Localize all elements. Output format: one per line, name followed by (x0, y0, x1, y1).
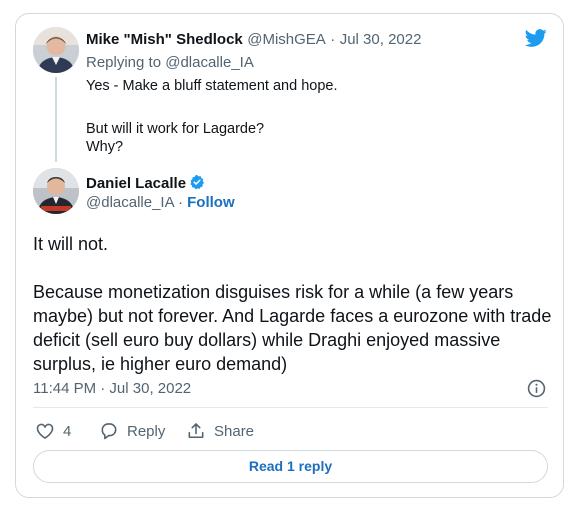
share-label: Share (214, 422, 255, 440)
speech-bubble-icon (101, 423, 117, 440)
twitter-bird-icon[interactable] (523, 27, 549, 49)
thread-connector-line (55, 77, 57, 162)
author-handle[interactable]: @dlacalle_IA (86, 194, 174, 211)
follow-link[interactable]: Follow (187, 194, 235, 211)
heart-icon (36, 423, 54, 439)
read-replies-button[interactable]: Read 1 reply (33, 450, 548, 483)
author-name[interactable]: Mike "Mish" Shedlock (86, 31, 243, 48)
separator-dot: · (330, 31, 336, 48)
reply-label: Reply (127, 422, 166, 440)
tweet-timestamp[interactable]: 11:44 PM · Jul 30, 2022 (33, 380, 191, 397)
avatar-mish[interactable] (33, 27, 79, 73)
like-count: 4 (63, 422, 72, 440)
reply-button[interactable]: Reply (99, 421, 165, 441)
reply-text-line: But will it work for Lagarde? (86, 121, 265, 137)
main-tweet-header: Daniel Lacalle (86, 174, 205, 193)
like-button[interactable]: 4 (35, 421, 71, 441)
avatar-daniel-lacalle[interactable] (33, 168, 79, 214)
info-icon[interactable] (527, 379, 546, 398)
replying-to-line: Replying to @dlacalle_IA (86, 54, 254, 71)
replying-to-handle[interactable]: @dlacalle_IA (165, 54, 254, 71)
tweet-text-line: It will not. (33, 234, 109, 254)
main-tweet-subheader: @dlacalle_IA · Follow (86, 194, 235, 211)
divider (33, 407, 548, 408)
author-name[interactable]: Daniel Lacalle (86, 175, 186, 192)
tweet-text-paragraph: Because monetization disguises risk for … (33, 282, 552, 374)
replying-to-label: Replying to (86, 54, 162, 71)
reply-text-line: Why? (86, 139, 124, 155)
share-button[interactable]: Share (186, 421, 254, 441)
reply-text-line: Yes - Make a bluff statement and hope. (86, 78, 338, 94)
reply-tweet-header: Mike "Mish" Shedlock @MishGEA · Jul 30, … (86, 31, 421, 49)
author-handle[interactable]: @MishGEA (247, 31, 326, 48)
share-upload-icon (188, 423, 204, 439)
separator-dot: · (177, 194, 183, 211)
verified-badge-icon (190, 175, 205, 190)
tweet-date[interactable]: Jul 30, 2022 (340, 31, 422, 48)
